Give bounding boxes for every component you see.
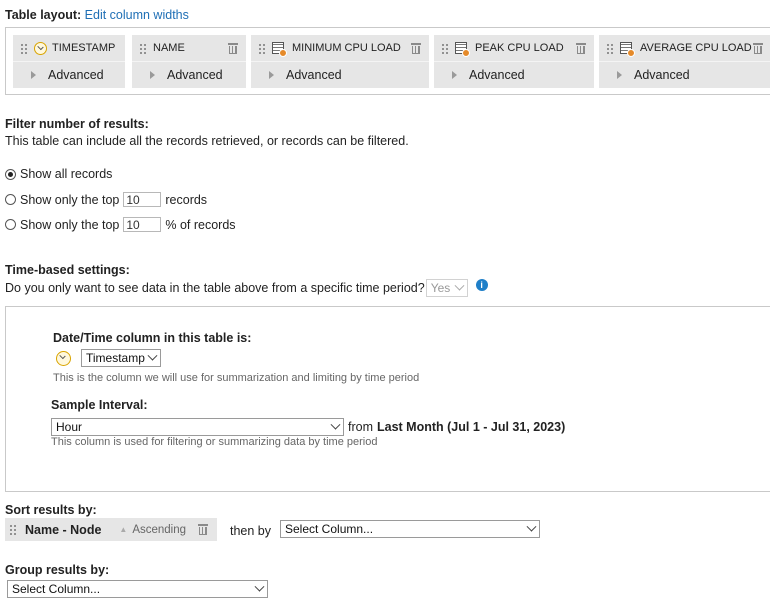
table-icon [620,42,635,57]
chevron-down-icon [147,350,158,361]
group-title: Group results by: [5,563,110,577]
sort-field: Name - Node [25,522,102,537]
sample-interval-value: Hour [56,420,83,434]
trash-icon[interactable] [411,42,421,54]
datetime-column-value: Timestamp [86,351,145,365]
sort-direction-icon[interactable]: ▲ [119,525,127,534]
column-name: TIMESTAMP [52,42,116,54]
clock-icon [34,41,47,55]
column-card-name[interactable]: NAME Advanced [132,35,246,88]
chevron-down-icon [526,521,537,532]
chevron-down-icon [454,280,465,291]
expand-arrow-icon [452,71,457,79]
datetime-column-select[interactable]: Timestamp [81,349,161,367]
info-icon[interactable]: i [475,279,488,291]
date-range: Last Month (Jul 1 - Jul 31, 2023) [377,420,566,434]
radio-top-percent[interactable] [5,219,16,230]
drag-handle-icon[interactable] [9,524,17,535]
time-settings-title: Time-based settings: [5,263,130,277]
group-by-select[interactable]: Select Column... [7,580,268,598]
datetime-row: Timestamp [56,349,161,367]
then-by-label: then by [230,524,272,538]
then-by-select[interactable]: Select Column... [280,520,540,538]
chevron-down-icon [254,581,265,592]
radio-label: Show only the top [20,192,120,207]
trash-icon[interactable] [576,42,586,54]
filter-option-top-records[interactable]: Show only the top records [5,192,207,207]
table-layout-label: Table layout: [5,8,82,22]
sample-interval-select[interactable]: Hour [51,418,344,436]
expand-arrow-icon [150,71,155,79]
advanced-toggle[interactable]: Advanced [251,61,429,88]
top-records-input[interactable] [123,192,162,207]
edit-column-widths-link[interactable]: Edit column widths [85,8,189,22]
expand-arrow-icon [31,71,36,79]
advanced-toggle[interactable]: Advanced [13,61,125,88]
drag-handle-icon[interactable] [441,42,449,54]
filter-title: Filter number of results: [5,117,149,131]
time-period-select[interactable]: Yes [425,279,468,297]
group-by-value: Select Column... [12,582,101,596]
drag-handle-icon[interactable] [258,42,266,54]
advanced-toggle[interactable]: Advanced [599,61,770,88]
table-layout-header: Table layout: Edit column widths [5,8,189,22]
interval-hint: This column is used for filtering or sum… [51,436,378,448]
advanced-toggle[interactable]: Advanced [132,61,246,88]
advanced-label: Advanced [469,68,525,82]
radio-show-all[interactable] [5,168,16,180]
sort-direction[interactable]: Ascending [132,524,186,536]
table-layout-columns: TIMESTAMP Advanced NAME Advanced MINIMUM… [5,27,770,95]
trash-icon[interactable] [198,524,209,535]
time-question: Do you only want to see data in the tabl… [5,281,425,295]
top-percent-input[interactable] [123,217,162,232]
advanced-label: Advanced [167,68,223,82]
column-name: NAME [153,42,185,54]
expand-arrow-icon [617,71,622,79]
table-icon [455,42,470,57]
then-by-value: Select Column... [285,522,374,536]
table-icon [272,42,287,57]
column-card-minimum-cpu-load[interactable]: MINIMUM CPU LOAD Advanced [251,35,429,88]
filter-option-all[interactable]: Show all records [5,167,112,181]
time-settings-panel: Date/Time column in this table is: Times… [5,306,770,492]
time-question-row: Do you only want to see data in the tabl… [5,279,488,297]
radio-suffix: % of records [165,217,236,232]
advanced-label: Advanced [634,68,690,82]
column-name: MINIMUM CPU LOAD [292,42,401,54]
clock-icon [56,350,71,366]
drag-handle-icon[interactable] [139,42,147,54]
advanced-label: Advanced [48,68,104,82]
trash-icon[interactable] [753,42,763,54]
datetime-label: Date/Time column in this table is: [53,331,252,345]
advanced-label: Advanced [286,68,342,82]
time-period-value: Yes [430,281,451,295]
expand-arrow-icon [269,71,274,79]
trash-icon[interactable] [228,42,238,54]
radio-label: Show all records [20,167,113,181]
interval-label: Sample Interval: [51,398,148,412]
drag-handle-icon[interactable] [20,42,28,54]
column-name: AVERAGE CPU LOAD [640,42,752,54]
column-card-average-cpu-load[interactable]: AVERAGE CPU LOAD Advanced [599,35,770,88]
column-name: PEAK CPU LOAD [475,42,564,54]
datetime-hint: This is the column we will use for summa… [53,372,420,384]
column-card-timestamp[interactable]: TIMESTAMP Advanced [13,35,125,88]
interval-row: Hour from Last Month (Jul 1 - Jul 31, 20… [51,418,565,436]
filter-description: This table can include all the records r… [5,134,409,148]
radio-suffix: records [165,192,208,207]
sort-chip[interactable]: Name - Node ▲ Ascending [5,518,217,541]
radio-top-records[interactable] [5,194,16,205]
from-label: from [348,420,373,434]
advanced-toggle[interactable]: Advanced [434,61,594,88]
drag-handle-icon[interactable] [606,42,614,54]
chevron-down-icon [330,419,341,430]
radio-label: Show only the top [20,217,120,232]
column-card-peak-cpu-load[interactable]: PEAK CPU LOAD Advanced [434,35,594,88]
sort-title: Sort results by: [5,503,97,517]
filter-option-top-percent[interactable]: Show only the top % of records [5,217,236,232]
